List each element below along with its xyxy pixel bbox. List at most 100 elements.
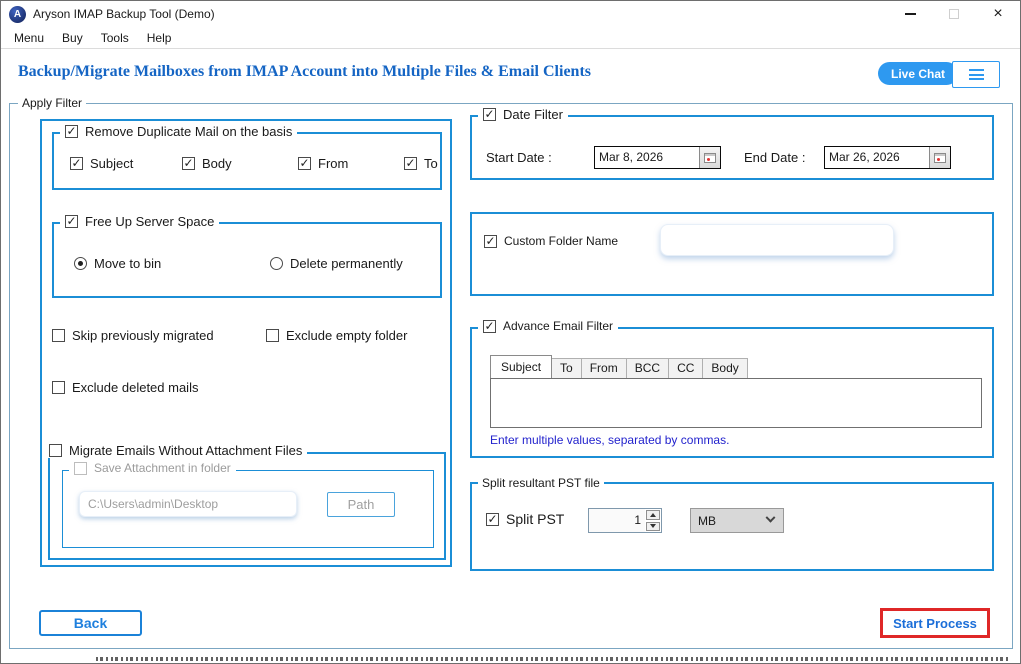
spinner-up-button[interactable] (646, 510, 660, 520)
save-attachment-checkbox[interactable] (74, 462, 87, 475)
duplicate-from-label: From (318, 156, 348, 171)
exclude-empty-folder-checkbox[interactable] (266, 329, 279, 342)
path-button[interactable]: Path (327, 492, 395, 517)
start-date-calendar-button[interactable] (699, 147, 720, 168)
duplicate-subject-label: Subject (90, 156, 133, 171)
apply-filter-group: Apply Filter Remove Duplicate Mail on th… (9, 103, 1013, 649)
menu-item-menu[interactable]: Menu (5, 29, 53, 47)
window-controls: × (888, 1, 1020, 27)
split-pst-label: Split PST (506, 511, 564, 527)
tab-from[interactable]: From (582, 358, 627, 378)
split-size-value: 1 (589, 509, 645, 532)
duplicate-to-label: To (424, 156, 438, 171)
duplicate-body-label: Body (202, 156, 232, 171)
hamburger-icon (969, 67, 984, 83)
tab-bcc[interactable]: BCC (627, 358, 669, 378)
move-to-bin-radio[interactable] (74, 257, 87, 270)
tab-subject[interactable]: Subject (490, 355, 552, 378)
free-up-server-space-label: Free Up Server Space (85, 214, 214, 229)
free-up-server-space-group: Free Up Server Space Move to bin Delete … (52, 222, 442, 298)
apply-filter-legend: Apply Filter (18, 96, 86, 110)
menu-item-tools[interactable]: Tools (92, 29, 138, 47)
maximize-button[interactable] (932, 1, 976, 27)
start-date-value: Mar 8, 2026 (595, 147, 699, 168)
tab-to[interactable]: To (552, 358, 582, 378)
custom-folder-group: Custom Folder Name (470, 212, 994, 296)
calendar-icon (704, 153, 716, 163)
hamburger-menu-button[interactable] (952, 61, 1000, 88)
split-pst-group: Split resultant PST file Split PST 1 MB (470, 482, 994, 571)
advance-email-filter-label: Advance Email Filter (503, 319, 613, 333)
free-up-server-space-checkbox[interactable] (65, 215, 78, 228)
back-button[interactable]: Back (39, 610, 142, 636)
move-to-bin-label: Move to bin (94, 256, 161, 271)
filter-tabs: Subject To From BCC CC Body (490, 355, 748, 378)
arrow-down-icon (650, 524, 656, 528)
minimize-icon (905, 13, 916, 15)
advance-email-filter-group: Advance Email Filter Subject To From BCC… (470, 327, 994, 458)
date-filter-group: Date Filter Start Date : Mar 8, 2026 End… (470, 115, 994, 180)
delete-permanently-label: Delete permanently (290, 256, 403, 271)
attachment-path-input[interactable] (79, 491, 297, 517)
split-size-spinner[interactable]: 1 (588, 508, 662, 533)
date-filter-label: Date Filter (503, 107, 563, 122)
exclude-deleted-mails-checkbox[interactable] (52, 381, 65, 394)
exclude-empty-folder-label: Exclude empty folder (286, 328, 407, 343)
size-unit-dropdown[interactable]: MB (690, 508, 784, 533)
date-filter-checkbox[interactable] (483, 108, 496, 121)
close-button[interactable]: × (976, 1, 1020, 27)
custom-folder-label: Custom Folder Name (504, 234, 618, 248)
window-title: Aryson IMAP Backup Tool (Demo) (33, 7, 215, 21)
menu-item-help[interactable]: Help (138, 29, 181, 47)
start-date-field[interactable]: Mar 8, 2026 (594, 146, 721, 169)
page-title: Backup/Migrate Mailboxes from IMAP Accou… (18, 63, 591, 81)
close-icon: × (993, 6, 1002, 22)
remove-duplicate-label: Remove Duplicate Mail on the basis (85, 124, 292, 139)
menu-bar: Menu Buy Tools Help (1, 27, 1020, 49)
duplicate-subject-checkbox[interactable] (70, 157, 83, 170)
attachment-group: Save Attachment in folder Path (48, 452, 446, 560)
skip-previously-migrated-label: Skip previously migrated (72, 328, 214, 343)
spinner-down-button[interactable] (646, 522, 660, 532)
minimize-button[interactable] (888, 1, 932, 27)
arrow-up-icon (650, 513, 656, 517)
tab-cc[interactable]: CC (669, 358, 703, 378)
filter-values-textarea[interactable] (490, 378, 982, 428)
split-pst-legend: Split resultant PST file (478, 476, 604, 490)
chevron-down-icon (766, 513, 776, 523)
delete-permanently-radio[interactable] (270, 257, 283, 270)
end-date-field[interactable]: Mar 26, 2026 (824, 146, 951, 169)
duplicate-from-checkbox[interactable] (298, 157, 311, 170)
live-chat-button[interactable]: Live Chat (878, 62, 958, 85)
title-bar: A Aryson IMAP Backup Tool (Demo) × (1, 1, 1020, 27)
save-attachment-group: Save Attachment in folder Path (62, 470, 434, 548)
split-pst-checkbox[interactable] (486, 513, 499, 526)
end-date-label: End Date : (744, 150, 805, 165)
left-filter-panel: Remove Duplicate Mail on the basis Subje… (40, 119, 452, 567)
app-window: A Aryson IMAP Backup Tool (Demo) × Menu … (0, 0, 1021, 664)
custom-folder-checkbox[interactable] (484, 235, 497, 248)
calendar-icon (934, 153, 946, 163)
duplicate-body-checkbox[interactable] (182, 157, 195, 170)
skip-previously-migrated-checkbox[interactable] (52, 329, 65, 342)
maximize-icon (949, 9, 959, 19)
app-icon: A (9, 6, 26, 23)
migrate-without-attachment-checkbox[interactable] (49, 444, 62, 457)
remove-duplicate-checkbox[interactable] (65, 125, 78, 138)
remove-duplicate-group: Remove Duplicate Mail on the basis Subje… (52, 132, 442, 190)
tab-body[interactable]: Body (703, 358, 747, 378)
end-date-calendar-button[interactable] (929, 147, 950, 168)
menu-item-buy[interactable]: Buy (53, 29, 92, 47)
start-process-button[interactable]: Start Process (880, 608, 990, 638)
advance-email-filter-checkbox[interactable] (483, 320, 496, 333)
save-attachment-label: Save Attachment in folder (94, 461, 231, 475)
duplicate-to-checkbox[interactable] (404, 157, 417, 170)
custom-folder-input[interactable] (660, 224, 894, 256)
migrate-without-attachment-label: Migrate Emails Without Attachment Files (69, 443, 302, 458)
start-date-label: Start Date : (486, 150, 552, 165)
end-date-value: Mar 26, 2026 (825, 147, 929, 168)
filter-hint-text: Enter multiple values, separated by comm… (490, 433, 729, 447)
size-unit-value: MB (691, 514, 767, 528)
clipped-text-strip (96, 657, 1008, 661)
exclude-deleted-mails-label: Exclude deleted mails (72, 380, 198, 395)
